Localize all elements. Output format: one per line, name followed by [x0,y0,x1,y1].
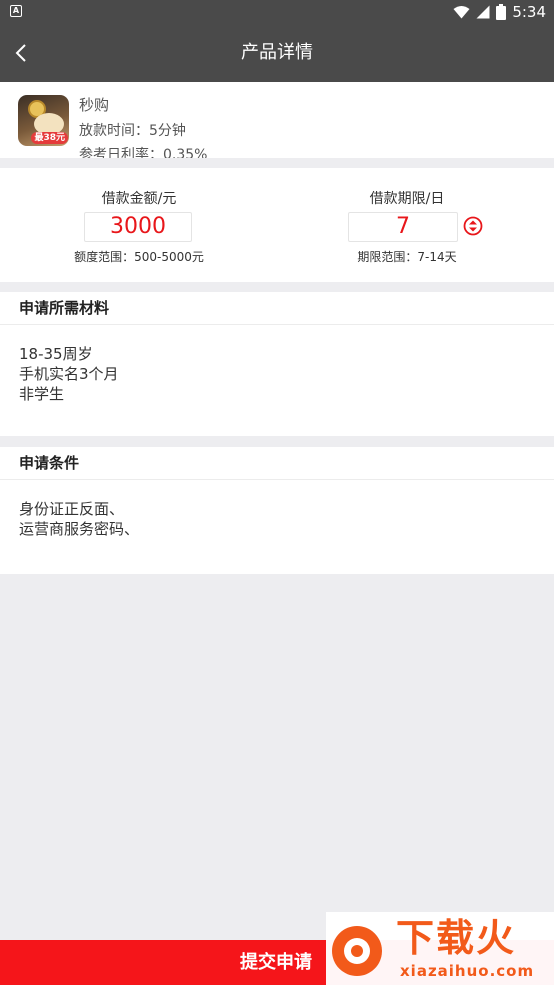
loan-amount-range: 额度范围：500-5000元 [74,250,204,264]
submit-label: 提交申请 [240,952,312,973]
watermark: 下载火 xiazaihuo.com [326,912,554,985]
loan-period-label: 借款期限/日 [369,191,445,207]
watermark-url: xiazaihuo.com [400,962,535,980]
logo-badge: 最38元 [31,132,68,144]
status-icons: 5:34 [453,2,546,22]
loan-period-range: 期限范围：7-14天 [357,250,457,264]
conditions-list: 身份证正反面、 运营商服务密码、 [0,480,554,539]
product-logo: 最38元 [18,95,69,146]
daily-rate: 参考日利率：0.35% [79,147,208,158]
materials-section: 申请所需材料 18-35周岁 手机实名3个月 非学生 [0,292,554,436]
conditions-section: 申请条件 身份证正反面、 运营商服务密码、 [0,447,554,574]
notification-a-icon: A [10,5,22,17]
status-bar: A 5:34 [0,0,554,24]
watermark-text: 下载火 [396,916,517,960]
product-summary: 最38元 秒购 放款时间：5分钟 参考日利率：0.35% [0,82,554,158]
loan-amount-group: 借款金额/元 3000 额度范围：500-5000元 [60,168,218,282]
page-title: 产品详情 [241,42,313,63]
watermark-icon-dot [351,945,363,957]
battery-icon [496,4,507,20]
list-item: 身份证正反面、 [19,500,125,518]
list-item: 18-35周岁 [19,345,93,363]
loan-amount-input[interactable]: 3000 [84,212,192,242]
navigation-bar: 产品详情 [0,24,554,82]
product-name: 秒购 [79,96,110,114]
wifi-icon [453,5,470,18]
materials-title: 申请所需材料 [0,292,554,325]
up-down-stepper-icon[interactable] [463,216,483,236]
list-item: 手机实名3个月 [19,365,119,383]
materials-list: 18-35周岁 手机实名3个月 非学生 [0,325,554,404]
list-item: 运营商服务密码、 [19,520,140,538]
download-flame-icon [332,926,382,976]
loan-amount-label: 借款金额/元 [101,191,177,207]
loan-period-input[interactable]: 7 [348,212,458,242]
conditions-title: 申请条件 [0,447,554,480]
list-item: 非学生 [19,385,65,403]
status-time: 5:34 [512,3,546,21]
loan-period-group: 借款期限/日 7 期限范围：7-14天 [336,168,478,282]
signal-icon [476,5,490,19]
release-time: 放款时间：5分钟 [79,123,186,139]
